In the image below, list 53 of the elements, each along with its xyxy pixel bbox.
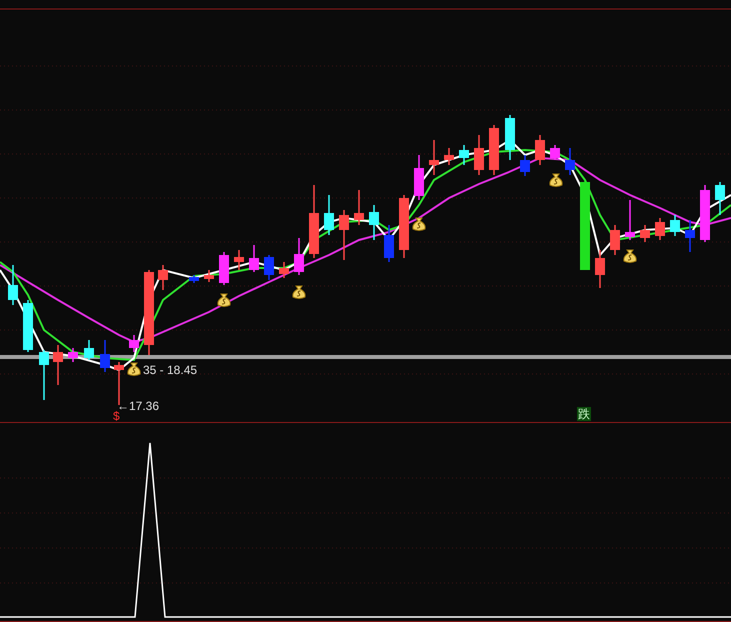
candlestick xyxy=(279,262,289,278)
candlestick xyxy=(219,252,229,285)
candlestick xyxy=(84,340,94,360)
money-bag-icon xyxy=(292,286,306,299)
candlestick xyxy=(354,190,364,225)
candlestick xyxy=(264,255,274,280)
candlestick xyxy=(324,195,334,235)
candlestick xyxy=(535,135,545,165)
candlestick xyxy=(234,250,244,270)
candlestick xyxy=(339,210,349,260)
candlestick xyxy=(23,300,33,352)
candlestick xyxy=(384,225,394,262)
sell-signal: 跌 xyxy=(577,407,591,421)
candlestick xyxy=(294,238,304,275)
candlestick xyxy=(459,145,469,165)
candlestick xyxy=(129,335,139,352)
candlestick xyxy=(505,115,515,160)
candlestick xyxy=(429,140,439,175)
candlestick xyxy=(565,148,575,175)
candlestick xyxy=(685,220,695,252)
candlestick xyxy=(550,145,560,160)
candlestick xyxy=(655,218,665,240)
candlestick xyxy=(625,200,635,240)
candlestick xyxy=(158,265,168,290)
candlestick xyxy=(670,215,680,236)
candlestick xyxy=(204,270,214,282)
price-label: 35 - 18.45 xyxy=(143,363,198,377)
candlestick xyxy=(53,345,63,385)
candlestick xyxy=(68,348,78,362)
money-bag-icon xyxy=(623,250,637,263)
candlestick xyxy=(100,340,110,372)
candlestick xyxy=(399,195,409,258)
candlestick xyxy=(520,155,530,176)
money-bag-icon xyxy=(127,362,141,376)
money-bag-icon xyxy=(412,218,426,231)
candlestick xyxy=(595,250,605,288)
candlestick xyxy=(414,155,424,200)
candlestick xyxy=(700,185,710,242)
candlestick xyxy=(249,245,259,272)
candlestick xyxy=(39,350,49,400)
money-bag-icon xyxy=(217,294,231,307)
candlestick xyxy=(715,182,725,215)
candlestick xyxy=(189,275,199,283)
candlestick xyxy=(369,205,379,240)
candlestick xyxy=(8,265,18,305)
money-bag-icon xyxy=(549,174,563,187)
candlestick xyxy=(474,135,484,175)
price-label: ←17.36 xyxy=(117,399,160,413)
candlestick xyxy=(640,225,650,242)
candlestick xyxy=(610,225,620,255)
buy-signal: $ xyxy=(113,409,120,423)
candlestick xyxy=(489,125,499,175)
candlestick xyxy=(444,148,454,165)
